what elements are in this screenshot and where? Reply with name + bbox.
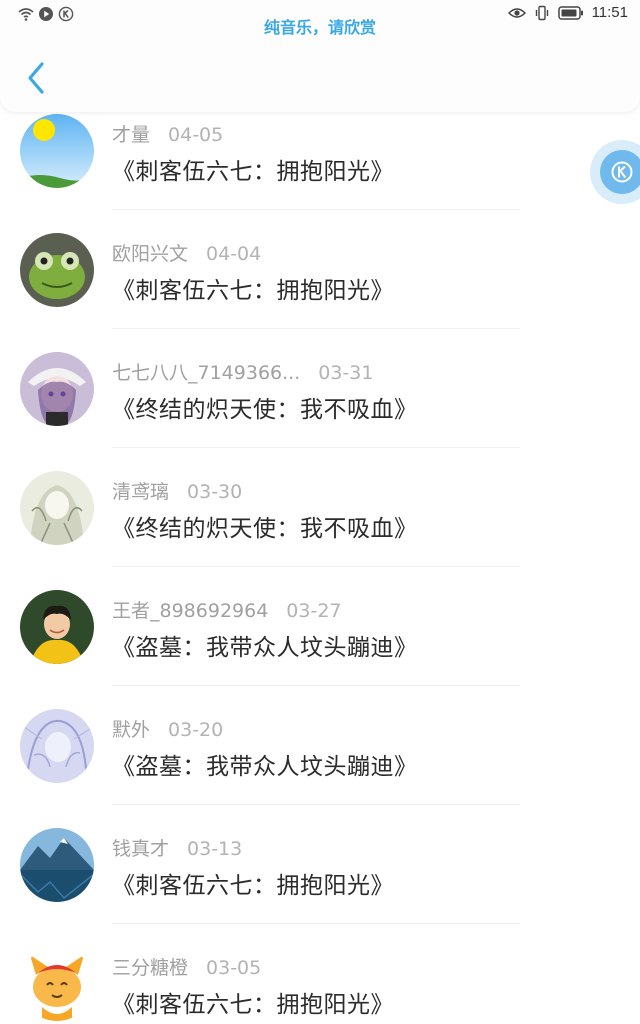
username[interactable]: 三分糖橙 (112, 957, 188, 979)
username[interactable]: 钱真才 (112, 838, 169, 860)
comment-date: 03-27 (286, 600, 342, 622)
song-title[interactable]: 《刺客伍六七：拥抱阳光》 (112, 985, 394, 1019)
comment-date: 03-30 (187, 481, 243, 503)
divider (112, 447, 520, 448)
avatar[interactable] (20, 471, 94, 545)
song-title[interactable]: 《刺客伍六七：拥抱阳光》 (112, 866, 394, 900)
list-item[interactable]: 默外 03-20 《盗墓：我带众人坟头蹦迪》 (0, 695, 640, 814)
comment-meta: 七七八八_7149366... 03-31 (112, 358, 373, 385)
divider (112, 209, 520, 210)
list-item[interactable]: 钱真才 03-13 《刺客伍六七：拥抱阳光》 (0, 814, 640, 933)
avatar[interactable] (20, 114, 94, 188)
comment-date: 04-04 (206, 243, 262, 265)
song-title[interactable]: 《刺客伍六七：拥抱阳光》 (112, 152, 394, 186)
username[interactable]: 才量 (112, 124, 150, 146)
username[interactable]: 七七八八_7149366... (112, 362, 300, 384)
list-item[interactable]: 三分糖橙 03-05 《刺客伍六七：拥抱阳光》 (0, 933, 640, 1024)
song-title[interactable]: 《盗墓：我带众人坟头蹦迪》 (112, 747, 418, 781)
comment-date: 03-13 (187, 838, 243, 860)
comment-meta: 王者_898692964 03-27 (112, 596, 342, 623)
divider (112, 685, 520, 686)
comment-date: 04-05 (168, 124, 224, 146)
k-badge-icon (600, 150, 640, 194)
back-button[interactable] (18, 56, 54, 100)
username[interactable]: 欧阳兴文 (112, 243, 188, 265)
song-title[interactable]: 《盗墓：我带众人坟头蹦迪》 (112, 628, 418, 662)
avatar[interactable] (20, 828, 94, 902)
song-title[interactable]: 《终结的炽天使：我不吸血》 (112, 390, 418, 424)
comment-date: 03-05 (206, 957, 262, 979)
avatar[interactable] (20, 709, 94, 783)
list-item[interactable]: 清鸢璃 03-30 《终结的炽天使：我不吸血》 (0, 457, 640, 576)
song-title[interactable]: 《刺客伍六七：拥抱阳光》 (112, 271, 394, 305)
comment-meta: 欧阳兴文 04-04 (112, 239, 261, 266)
list-item[interactable]: 才量 04-05 《刺客伍六七：拥抱阳光》 (0, 100, 640, 219)
comment-date: 03-20 (168, 719, 224, 741)
comment-meta: 默外 03-20 (112, 715, 223, 742)
avatar[interactable] (20, 947, 94, 1021)
avatar[interactable] (20, 352, 94, 426)
page: 11:51 纯音乐，请欣赏 才量 04-05 《刺客伍六七：拥抱阳光》 欧阳兴文… (0, 0, 640, 1024)
comment-meta: 钱真才 03-13 (112, 834, 242, 861)
comment-date: 03-31 (318, 362, 374, 384)
song-title[interactable]: 《终结的炽天使：我不吸血》 (112, 509, 418, 543)
top-header: 11:51 纯音乐，请欣赏 (0, 0, 640, 112)
divider (112, 804, 520, 805)
comment-meta: 清鸢璃 03-30 (112, 477, 242, 504)
avatar[interactable] (20, 233, 94, 307)
chevron-left-icon (28, 62, 44, 94)
divider (112, 328, 520, 329)
divider (112, 923, 520, 924)
comment-meta: 才量 04-05 (112, 120, 223, 147)
page-title: 纯音乐，请欣赏 (263, 18, 376, 37)
list-item[interactable]: 欧阳兴文 04-04 《刺客伍六七：拥抱阳光》 (0, 219, 640, 338)
divider (112, 566, 520, 567)
list-item[interactable]: 王者_898692964 03-27 《盗墓：我带众人坟头蹦迪》 (0, 576, 640, 695)
list-item[interactable]: 七七八八_7149366... 03-31 《终结的炽天使：我不吸血》 (0, 338, 640, 457)
username[interactable]: 清鸢璃 (112, 481, 169, 503)
comment-meta: 三分糖橙 03-05 (112, 953, 261, 980)
username[interactable]: 默外 (112, 719, 150, 741)
username[interactable]: 王者_898692964 (112, 600, 268, 622)
avatar[interactable] (20, 590, 94, 664)
